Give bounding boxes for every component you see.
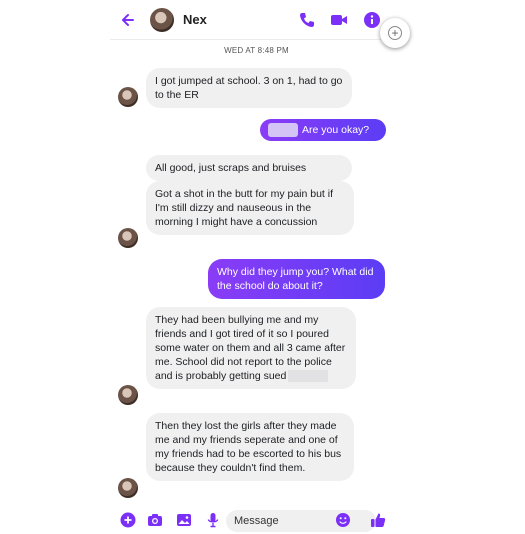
messenger-chat-screen: Nex WED AT 8:48 PM I got jumped at schoo… [110, 0, 403, 534]
info-icon[interactable] [362, 10, 382, 30]
phone-icon[interactable] [297, 10, 317, 30]
sender-avatar [118, 87, 138, 107]
sender-avatar [118, 478, 138, 498]
camera-icon[interactable] [147, 512, 163, 528]
message-incoming[interactable]: Got a shot in the butt for my pain but i… [146, 181, 354, 235]
redaction-block [288, 370, 329, 383]
message-incoming[interactable]: Then they lost the girls after they made… [146, 413, 354, 481]
contact-avatar[interactable] [150, 8, 174, 32]
chat-header: Nex [110, 0, 403, 40]
message-input[interactable] [226, 510, 376, 532]
video-icon[interactable] [329, 10, 349, 30]
message-text: Are you okay? [302, 124, 370, 136]
redaction-block [268, 123, 298, 138]
message-incoming[interactable]: All good, just scraps and bruises [146, 155, 352, 181]
message-outgoing[interactable]: Why did they jump you? What did the scho… [208, 259, 385, 299]
plus-icon[interactable] [120, 512, 136, 528]
thumbs-up-icon[interactable] [370, 512, 386, 528]
message-incoming[interactable]: They had been bullying me and my friends… [146, 307, 356, 389]
floating-add-button[interactable]: + [380, 18, 410, 48]
message-outgoing[interactable]: Are you okay? [260, 119, 386, 142]
back-arrow-icon[interactable] [118, 9, 140, 31]
emoji-icon[interactable] [335, 512, 351, 528]
message-incoming[interactable]: I got jumped at school. 3 on 1, had to g… [146, 68, 352, 108]
message-composer [110, 508, 403, 534]
sender-avatar [118, 385, 138, 405]
message-timestamp: WED AT 8:48 PM [224, 46, 289, 55]
plus-icon: + [388, 26, 402, 40]
contact-name[interactable]: Nex [183, 12, 207, 27]
sender-avatar [118, 228, 138, 248]
mic-icon[interactable] [205, 512, 221, 528]
gallery-icon[interactable] [176, 512, 192, 528]
